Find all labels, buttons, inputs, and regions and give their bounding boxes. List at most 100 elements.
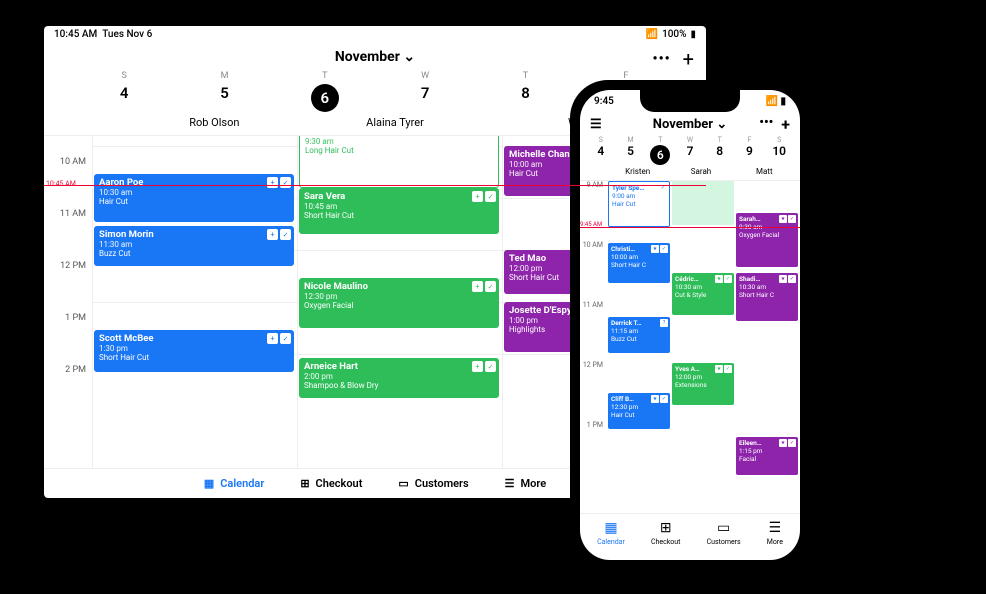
nav-checkout[interactable]: ⊞Checkout bbox=[651, 520, 680, 546]
appointment-badge-icon: ✓ bbox=[280, 177, 291, 188]
status-icons: 📶 ▮ bbox=[766, 96, 786, 107]
appointment-badge-icon: ★ bbox=[779, 215, 787, 223]
ipad-header: November ⌄ ••• + bbox=[44, 43, 706, 71]
day-9[interactable]: F9 bbox=[735, 136, 765, 165]
day-8[interactable]: T8 bbox=[705, 136, 735, 165]
staff-header[interactable]: Rob Olson bbox=[124, 116, 305, 129]
iphone-device: 9:45 📶 ▮ ☰ November ⌄ ••• + S4M5T6W7T8F9… bbox=[570, 80, 810, 570]
grid-icon: ⊞ bbox=[300, 477, 309, 490]
iphone-notch bbox=[640, 90, 740, 112]
appointment[interactable]: ★✓Cliff B…12:30 pmHair Cut bbox=[608, 393, 670, 429]
nav-more[interactable]: ☰More bbox=[505, 477, 547, 490]
appointment[interactable]: Alyssa Henry9:30 amLong Hair Cut bbox=[299, 136, 499, 188]
appointment[interactable]: ✓Tyler Spe…9:00 amHair Cut bbox=[608, 181, 670, 227]
appointment-badge-icon: ✓ bbox=[724, 365, 732, 373]
hour-label: 10 AM bbox=[580, 241, 603, 301]
nav-more[interactable]: ☰More bbox=[767, 520, 783, 546]
appointment-badge-icon: ✓ bbox=[280, 229, 291, 240]
wifi-icon: 📶 bbox=[646, 29, 658, 40]
appointment-badge-icon: ★ bbox=[715, 275, 723, 283]
hamburger-icon[interactable]: ☰ bbox=[590, 117, 602, 132]
appointment[interactable]: ★✓Shadi…10:30 amShort Hair C bbox=[736, 273, 798, 321]
hour-label: 2 PM bbox=[44, 344, 86, 396]
appointment-badge-icon: ✓ bbox=[485, 361, 496, 372]
iphone-screen: 9:45 📶 ▮ ☰ November ⌄ ••• + S4M5T6W7T8F9… bbox=[580, 90, 800, 560]
appointment-badge-icon: ✓ bbox=[788, 439, 796, 447]
appointment-badge-icon: ✓ bbox=[485, 281, 496, 292]
iphone-staff-row: KristenSarahMatt bbox=[580, 165, 800, 181]
day-6[interactable]: T6 bbox=[645, 136, 675, 165]
hour-label: 11 AM bbox=[580, 301, 603, 361]
appointment-badge-icon: ★ bbox=[715, 365, 723, 373]
appointment[interactable]: +✓Arneice Hart2:00 pmShampoo & Blow Dry bbox=[299, 358, 499, 398]
hour-label: 12 PM bbox=[580, 361, 603, 421]
card-icon: ▭ bbox=[717, 520, 730, 536]
current-time-indicator bbox=[580, 227, 800, 228]
day-4[interactable]: S4 bbox=[74, 71, 174, 112]
add-icon[interactable]: + bbox=[683, 47, 694, 71]
appointment-badge-icon: + bbox=[472, 191, 483, 202]
chevron-down-icon: ⌄ bbox=[716, 117, 727, 132]
appointment[interactable]: ★✓Sarah…9:30 amOxygen Facial bbox=[736, 213, 798, 267]
iphone-calendar-grid[interactable]: 9 AM10 AM11 AM12 PM1 PM 9:45 AM✓Tyler Sp… bbox=[580, 181, 800, 513]
appointment-badge-icon: ✓ bbox=[788, 275, 796, 283]
day-7[interactable]: W7 bbox=[675, 136, 705, 165]
iphone-days-row: S4M5T6W7T8F9S10 bbox=[580, 136, 800, 165]
battery-icon: ▮ bbox=[690, 29, 696, 40]
appointment[interactable]: ★✓Christi…10:00 amShort Hair C bbox=[608, 243, 670, 283]
month-picker[interactable]: November ⌄ bbox=[653, 117, 727, 132]
appointment[interactable]: +✓Aaron Poe10:30 amHair Cut bbox=[94, 174, 294, 222]
nav-checkout[interactable]: ⊞Checkout bbox=[300, 477, 362, 490]
appointment[interactable]: +✓Scott McBee1:30 pmShort Hair Cut bbox=[94, 330, 294, 372]
appointment-badge-icon: ✓ bbox=[660, 245, 668, 253]
more-icon[interactable]: ••• bbox=[759, 115, 773, 134]
appointment-badge-icon: ✓ bbox=[724, 275, 732, 283]
cal-icon: ▦ bbox=[204, 477, 214, 490]
appointment[interactable]: ?Derrick T…11:15 amBuzz Cut bbox=[608, 317, 670, 353]
hour-label: 1 PM bbox=[580, 421, 603, 481]
battery-percent: 100% bbox=[662, 29, 686, 40]
add-icon[interactable]: + bbox=[781, 115, 790, 134]
menu-icon: ☰ bbox=[505, 477, 515, 490]
current-time-indicator bbox=[44, 185, 706, 186]
status-time: 9:45 bbox=[594, 96, 614, 107]
staff-header[interactable]: Sarah bbox=[669, 167, 732, 176]
staff-header[interactable]: Kristen bbox=[606, 167, 669, 176]
grid-icon: ⊞ bbox=[660, 520, 672, 536]
day-7[interactable]: W7 bbox=[375, 71, 475, 112]
nav-calendar[interactable]: ▦Calendar bbox=[597, 520, 625, 546]
staff-header[interactable]: Matt bbox=[733, 167, 796, 176]
appointment-badge-icon: + bbox=[472, 281, 483, 292]
appointment[interactable] bbox=[672, 181, 734, 225]
appointment-badge-icon: ✓ bbox=[280, 333, 291, 344]
month-picker[interactable]: November ⌄ bbox=[335, 49, 415, 65]
hour-label: 12 PM bbox=[44, 240, 86, 292]
day-5[interactable]: M5 bbox=[616, 136, 646, 165]
appointment-badge-icon: ★ bbox=[651, 245, 659, 253]
day-6[interactable]: T6 bbox=[275, 71, 375, 112]
menu-icon: ☰ bbox=[769, 520, 782, 536]
appointment-badge-icon: ✓ bbox=[788, 215, 796, 223]
more-icon[interactable]: ••• bbox=[653, 51, 671, 67]
appointment[interactable]: ★✓Cédric…10:30 amCut & Style bbox=[672, 273, 734, 315]
day-8[interactable]: T8 bbox=[475, 71, 575, 112]
status-right: 📶 100% ▮ bbox=[646, 29, 696, 40]
appointment[interactable]: ★✓Eileen…1:15 pmFacial bbox=[736, 437, 798, 475]
appointment[interactable]: +✓Sara Vera10:45 amShort Hair Cut bbox=[299, 188, 499, 234]
nav-customers[interactable]: ▭Customers bbox=[707, 520, 741, 546]
day-10[interactable]: S10 bbox=[764, 136, 794, 165]
appointment[interactable]: +✓Nicole Maulino12:30 pmOxygen Facial bbox=[299, 278, 499, 328]
appointment-badge-icon: + bbox=[472, 361, 483, 372]
staff-header[interactable]: Alaina Tyrer bbox=[305, 116, 486, 129]
hour-label: 9 AM bbox=[580, 181, 603, 241]
status-time-date: 10:45 AM Tues Nov 6 bbox=[54, 29, 152, 40]
chevron-down-icon: ⌄ bbox=[403, 49, 415, 65]
card-icon: ▭ bbox=[398, 477, 408, 490]
nav-customers[interactable]: ▭Customers bbox=[398, 477, 468, 490]
appointment[interactable]: +✓Simon Morin11:30 amBuzz Cut bbox=[94, 226, 294, 266]
appointment[interactable]: ★✓Yves A…12:00 pmExtensions bbox=[672, 363, 734, 405]
time-column: 10 AM11 AM12 PM1 PM2 PM bbox=[44, 136, 92, 396]
nav-calendar[interactable]: ▦Calendar bbox=[204, 477, 265, 490]
day-4[interactable]: S4 bbox=[586, 136, 616, 165]
day-5[interactable]: M5 bbox=[174, 71, 274, 112]
